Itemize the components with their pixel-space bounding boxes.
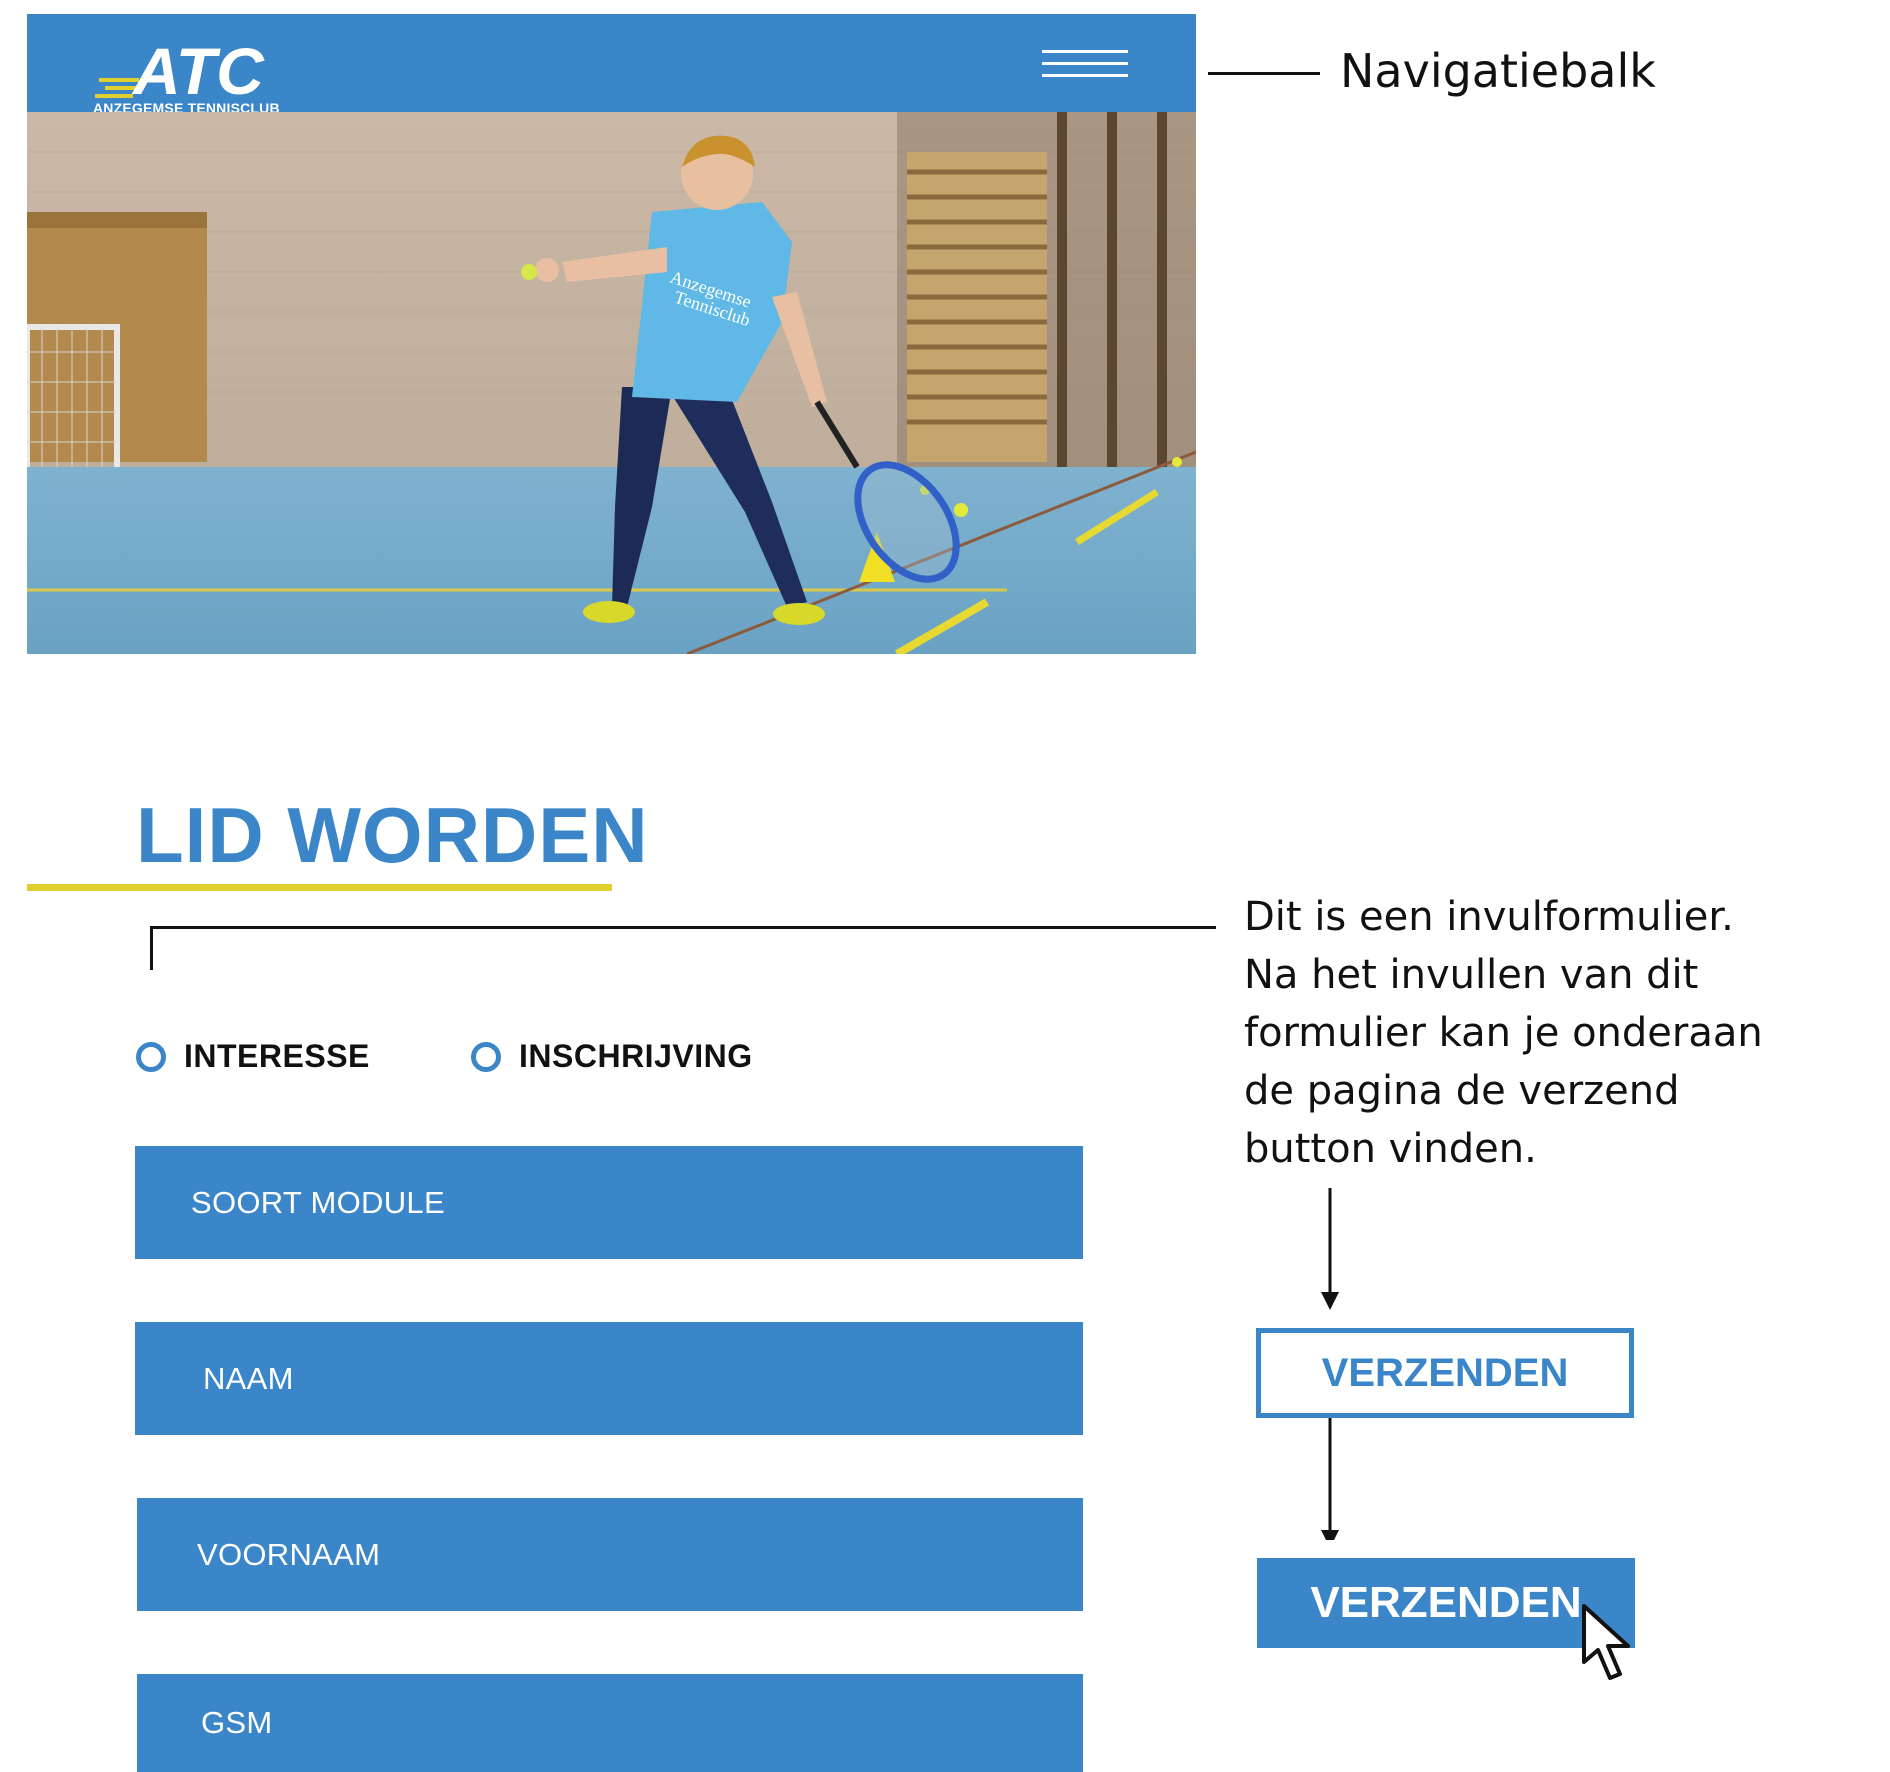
form-annotation-line (150, 926, 1216, 929)
atc-logo-icon: ATC (95, 34, 265, 108)
radio-button-inschrijving[interactable] (471, 1041, 501, 1072)
hamburger-menu-icon[interactable] (1042, 50, 1132, 84)
soort-module-field[interactable]: SOORT MODULE (135, 1146, 1083, 1259)
mouse-pointer-icon (1582, 1604, 1630, 1680)
submit-button-hover[interactable]: VERZENDEN (1257, 1558, 1635, 1648)
arrow-down-icon (1321, 1416, 1339, 1540)
page-title: LID WORDEN (136, 791, 649, 879)
voornaam-field[interactable]: VOORNAAM (137, 1498, 1083, 1611)
naam-label: NAAM (203, 1360, 294, 1396)
radio-option-interesse[interactable]: INTERESSE (136, 1038, 370, 1075)
naam-field[interactable]: NAAM (135, 1322, 1083, 1435)
voornaam-label: VOORNAAM (197, 1536, 381, 1572)
radio-option-inschrijving[interactable]: INSCHRIJVING (471, 1038, 753, 1075)
nav-annotation-line (1208, 72, 1320, 75)
title-underline (27, 884, 612, 891)
radio-label-inschrijving: INSCHRIJVING (519, 1038, 753, 1074)
navbar: ATC ANZEGEMSE TENNISCLUB (27, 14, 1196, 116)
form-annotation-line-4: de pagina de verzend (1244, 1068, 1680, 1114)
form-annotation-bracket (150, 926, 153, 970)
form-annotation-line-2: Na het invullen van dit (1244, 952, 1699, 998)
gsm-label: GSM (201, 1705, 273, 1740)
svg-text:ATC: ATC (131, 34, 265, 100)
soort-module-label: SOORT MODULE (191, 1184, 445, 1220)
radio-button-interesse[interactable] (136, 1041, 166, 1072)
nav-annotation-label: Navigatiebalk (1340, 44, 1656, 98)
club-logo[interactable]: ATC ANZEGEMSE TENNISCLUB (93, 32, 293, 116)
form-annotation-line-5: button vinden. (1244, 1126, 1537, 1172)
form-annotation-text: Dit is een invulformulier. Na het invull… (1244, 888, 1804, 1178)
form-annotation-line-3: formulier kan je onderaan (1244, 1010, 1763, 1056)
form-annotation-line-1: Dit is een invulformulier. (1244, 894, 1734, 940)
arrow-down-icon (1321, 1188, 1339, 1310)
submit-button-default[interactable]: VERZENDEN (1256, 1328, 1634, 1418)
hero-image: Anzegemse Tennisclub (27, 112, 1196, 654)
gsm-field[interactable]: GSM (137, 1674, 1083, 1772)
radio-label-interesse: INTERESSE (184, 1038, 370, 1074)
